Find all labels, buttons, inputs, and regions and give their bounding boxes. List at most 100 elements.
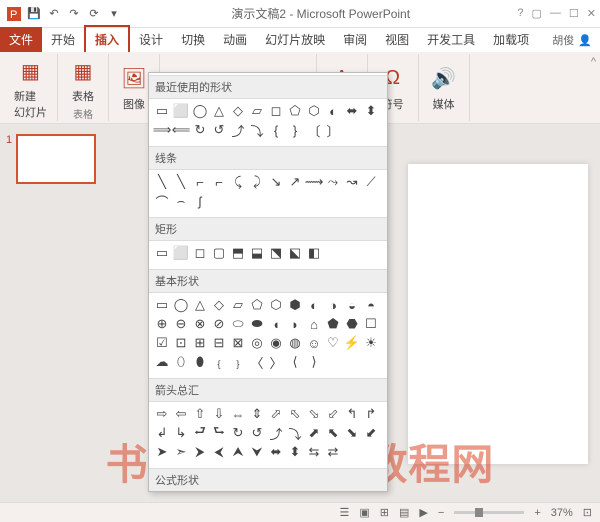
shape-item[interactable]: ⊟ xyxy=(210,334,228,352)
shape-item[interactable]: ⬒ xyxy=(229,244,247,262)
shape-item[interactable]: ⇧ xyxy=(191,405,209,423)
ribbon-options-icon[interactable]: ▢ xyxy=(532,7,542,20)
help-icon[interactable]: ? xyxy=(517,7,523,20)
shape-item[interactable]: ⬯ xyxy=(172,353,190,371)
shape-item[interactable]: { xyxy=(267,121,285,139)
shape-item[interactable]: ☀ xyxy=(362,334,380,352)
shape-item[interactable]: ⬮ xyxy=(191,353,209,371)
shape-item[interactable]: ◉ xyxy=(267,334,285,352)
shape-item[interactable]: ⤴ xyxy=(229,121,247,139)
shape-item[interactable]: ⬌ xyxy=(343,102,361,120)
shape-item[interactable]: ⟸ xyxy=(172,121,190,139)
shape-item[interactable]: ⬡ xyxy=(305,102,323,120)
shape-item[interactable]: ↲ xyxy=(153,424,171,442)
shape-item[interactable]: ⬭ xyxy=(229,315,247,333)
shape-item[interactable]: ◇ xyxy=(229,102,247,120)
zoom-out-icon[interactable]: − xyxy=(438,507,444,519)
shape-item[interactable]: ⌂ xyxy=(305,315,323,333)
shape-item[interactable]: ⇩ xyxy=(210,405,228,423)
shape-item[interactable]: ⇦ xyxy=(172,405,190,423)
shape-item[interactable]: ♡ xyxy=(324,334,342,352)
shape-item[interactable]: ⟨ xyxy=(286,353,304,371)
shape-item[interactable]: ⬢ xyxy=(286,296,304,314)
shape-item[interactable]: ⊕ xyxy=(153,315,171,333)
shape-item[interactable]: ⬟ xyxy=(324,315,342,333)
shape-item[interactable]: ▭ xyxy=(153,102,171,120)
shape-item[interactable]: ◯ xyxy=(191,102,209,120)
new-slide-button[interactable]: ▦ 新建 幻灯片 xyxy=(10,54,51,122)
shape-item[interactable]: ↝ xyxy=(343,173,361,191)
close-icon[interactable]: ✕ xyxy=(587,7,596,20)
user-account[interactable]: 胡俊👤 xyxy=(544,28,600,52)
shape-item[interactable]: ↗ xyxy=(286,173,304,191)
shape-item[interactable]: ◻ xyxy=(267,102,285,120)
shape-item[interactable]: ▢ xyxy=(210,244,228,262)
shape-item[interactable]: ⬍ xyxy=(362,102,380,120)
fit-to-window-icon[interactable]: ⊡ xyxy=(583,506,592,519)
shape-item[interactable]: ⬠ xyxy=(286,102,304,120)
shape-item[interactable]: ↻ xyxy=(191,121,209,139)
shape-item[interactable]: ⬔ xyxy=(267,244,285,262)
shape-item[interactable]: ⬁ xyxy=(286,405,304,423)
shape-item[interactable]: ⬍ xyxy=(286,443,304,461)
shape-item[interactable]: 〔 xyxy=(305,121,323,139)
shape-item[interactable]: ◓ xyxy=(362,296,380,314)
shape-item[interactable]: ◖ xyxy=(267,315,285,333)
redo-icon[interactable]: ↷ xyxy=(66,6,82,22)
shape-item[interactable]: ◐ xyxy=(305,296,323,314)
shape-item[interactable]: ﹛ xyxy=(210,353,228,371)
shape-item[interactable]: 〈 xyxy=(248,353,266,371)
shape-item[interactable]: ⇆ xyxy=(305,443,323,461)
shape-item[interactable]: ⬬ xyxy=(248,315,266,333)
slide-thumbnail[interactable]: 1 xyxy=(6,134,104,184)
shape-item[interactable]: ⌢ xyxy=(172,192,190,210)
shape-item[interactable]: ﹜ xyxy=(229,353,247,371)
slideshow-view-icon[interactable]: ▶ xyxy=(419,506,427,519)
media-button[interactable]: 🔊 媒体 xyxy=(425,62,463,114)
shape-item[interactable]: ⤳ xyxy=(324,173,342,191)
shape-item[interactable]: △ xyxy=(191,296,209,314)
shape-item[interactable]: ☁ xyxy=(153,353,171,371)
shape-item[interactable]: ⌐ xyxy=(210,173,228,191)
shape-item[interactable]: ⊗ xyxy=(191,315,209,333)
shape-item[interactable]: ◑ xyxy=(324,296,342,314)
shape-item[interactable]: ⤵ xyxy=(248,121,266,139)
shape-item[interactable]: ⬃ xyxy=(324,405,342,423)
shape-item[interactable]: ⊞ xyxy=(191,334,209,352)
sorter-view-icon[interactable]: ⊞ xyxy=(380,506,389,519)
shape-item[interactable]: ⬡ xyxy=(267,296,285,314)
shape-item[interactable]: ⬜ xyxy=(172,102,190,120)
shape-item[interactable]: ⟿ xyxy=(305,173,323,191)
shape-item[interactable]: ◧ xyxy=(305,244,323,262)
shape-item[interactable]: ◯ xyxy=(172,296,190,314)
qat-more-icon[interactable]: ▾ xyxy=(106,6,122,22)
shape-item[interactable]: ⬊ xyxy=(343,424,361,442)
normal-view-icon[interactable]: ▣ xyxy=(359,506,369,519)
shape-item[interactable]: ▱ xyxy=(229,296,247,314)
minimize-icon[interactable]: — xyxy=(550,7,561,20)
tab-design[interactable]: 设计 xyxy=(130,27,172,52)
shape-item[interactable]: ⮟ xyxy=(248,443,266,461)
shape-item[interactable]: ⮝ xyxy=(229,443,247,461)
tab-slideshow[interactable]: 幻灯片放映 xyxy=(256,27,334,52)
shape-item[interactable]: ▭ xyxy=(153,244,171,262)
tab-developer[interactable]: 开发工具 xyxy=(418,27,484,52)
shape-item[interactable]: ⬂ xyxy=(305,405,323,423)
shape-item[interactable]: ↺ xyxy=(248,424,266,442)
shape-item[interactable]: 〉 xyxy=(267,353,285,371)
shape-item[interactable]: △ xyxy=(210,102,228,120)
shape-item[interactable]: ⇄ xyxy=(324,443,342,461)
zoom-level[interactable]: 37% xyxy=(551,507,573,519)
shape-item[interactable]: ʃ xyxy=(191,192,209,210)
tab-addins[interactable]: 加载项 xyxy=(484,27,538,52)
shape-item[interactable]: ╲ xyxy=(172,173,190,191)
shape-item[interactable]: ⬀ xyxy=(267,405,285,423)
shape-item[interactable]: ⬈ xyxy=(305,424,323,442)
save-icon[interactable]: 💾 xyxy=(26,6,42,22)
tab-animations[interactable]: 动画 xyxy=(214,27,256,52)
shape-item[interactable]: ⊘ xyxy=(210,315,228,333)
shape-item[interactable]: ⊖ xyxy=(172,315,190,333)
ribbon-collapse-icon[interactable]: ^ xyxy=(591,56,596,68)
shape-item[interactable]: ⟩ xyxy=(305,353,323,371)
shape-item[interactable]: ↱ xyxy=(362,405,380,423)
